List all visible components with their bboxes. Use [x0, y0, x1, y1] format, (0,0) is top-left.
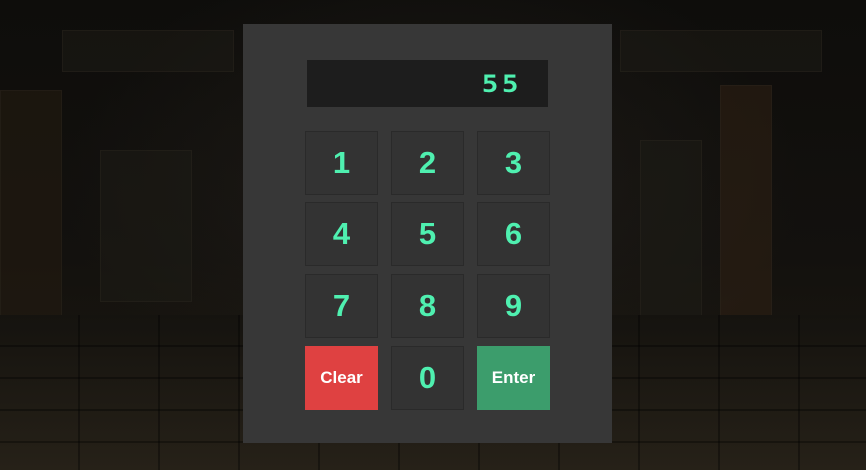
- key-9-button[interactable]: 9: [477, 274, 550, 338]
- key-0-button[interactable]: 0: [391, 346, 464, 410]
- clear-button[interactable]: Clear: [305, 346, 378, 410]
- key-7-button[interactable]: 7: [305, 274, 378, 338]
- background-brick-wall: [0, 90, 62, 322]
- key-2-button[interactable]: 2: [391, 131, 464, 195]
- background-doorway: [640, 140, 702, 322]
- background-brick-wall: [720, 85, 772, 327]
- keypad-panel: 55 1 2 3 4 5 6 7 8 9 Clear 0 Enter: [243, 24, 612, 443]
- key-4-button[interactable]: 4: [305, 202, 378, 266]
- key-3-button[interactable]: 3: [477, 131, 550, 195]
- key-5-button[interactable]: 5: [391, 202, 464, 266]
- background-wall-panel: [620, 30, 822, 72]
- enter-button[interactable]: Enter: [477, 346, 550, 410]
- background-wall-panel: [62, 30, 234, 72]
- background-doorway: [100, 150, 192, 302]
- keypad-display: 55: [307, 60, 548, 107]
- key-1-button[interactable]: 1: [305, 131, 378, 195]
- key-6-button[interactable]: 6: [477, 202, 550, 266]
- key-8-button[interactable]: 8: [391, 274, 464, 338]
- keypad-display-value: 55: [481, 69, 522, 98]
